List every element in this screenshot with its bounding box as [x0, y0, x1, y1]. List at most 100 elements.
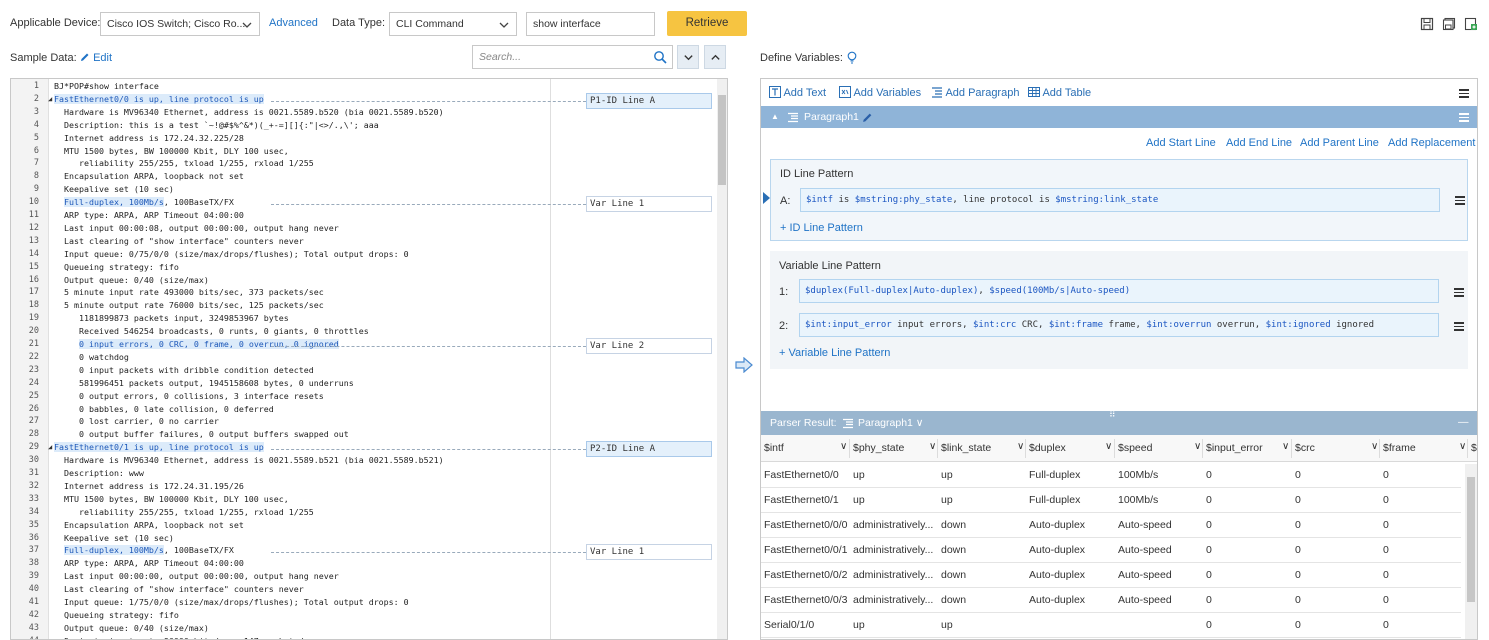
column-separator[interactable]	[937, 439, 938, 458]
add-end-line-link[interactable]: Add End Line	[1226, 137, 1292, 149]
line-number: 4	[33, 119, 39, 130]
datatype-select[interactable]: CLI Command	[389, 12, 517, 36]
add-text-button[interactable]: Add Text	[769, 86, 826, 99]
column-header[interactable]: $link_state	[941, 442, 991, 454]
add-variables-button[interactable]: Add Variables	[839, 86, 921, 99]
parser-scrollbar-thumb[interactable]	[1467, 477, 1475, 602]
command-input[interactable]: show interface	[526, 12, 655, 36]
var-pattern-field-1[interactable]: $duplex(Full-duplex|Auto-duplex), $speed…	[799, 279, 1439, 303]
lightbulb-icon[interactable]	[846, 51, 858, 64]
table-cell: Auto-speed	[1118, 569, 1172, 581]
sample-data-editor[interactable]: 1 BJ*POP#show interface 2 ◢ FastEthernet0/0 …	[10, 78, 728, 640]
column-separator[interactable]	[1291, 439, 1292, 458]
code-line: Internet address is 172.24.31.195/26	[54, 480, 244, 491]
column-separator[interactable]	[849, 439, 850, 458]
column-header[interactable]: $	[1471, 442, 1477, 454]
pattern-text: , line protocol is	[952, 195, 1056, 205]
code-line: 0 watchdog	[54, 351, 129, 362]
search-icon[interactable]	[653, 50, 667, 64]
pattern-variable: $mstring:link_state	[1055, 195, 1159, 205]
column-header[interactable]: $duplex	[1029, 442, 1066, 454]
column-separator[interactable]	[1379, 439, 1380, 458]
code-line: 0 lost carrier, 0 no carrier	[54, 416, 219, 427]
table-cell: Full-duplex	[1029, 469, 1081, 481]
save-icon[interactable]	[1420, 17, 1434, 31]
parser-paragraph-select[interactable]: Paragraph1 ∨	[858, 411, 923, 435]
column-filter-chevron-icon[interactable]: ∨	[1017, 441, 1024, 452]
paragraph-icon	[788, 112, 798, 123]
export-icon[interactable]	[1464, 17, 1478, 31]
pattern-variable: $int:ignored	[1265, 320, 1331, 330]
var-pattern-field-2[interactable]: $int:input_error input errors, $int:crc …	[799, 313, 1439, 337]
device-label: Applicable Device:	[10, 17, 101, 29]
column-separator[interactable]	[1202, 439, 1203, 458]
line-number: 23	[28, 364, 39, 375]
advanced-link[interactable]: Advanced	[269, 17, 318, 29]
add-replacement-link[interactable]: Add Replacement	[1388, 137, 1475, 149]
column-separator[interactable]	[1025, 439, 1026, 458]
id-pattern-field[interactable]: $intf is $mstring:phy_state, line protoc…	[800, 188, 1440, 212]
line-number: 42	[28, 609, 39, 620]
add-id-line-pattern-link[interactable]: + ID Line Pattern	[780, 222, 863, 234]
table-cell: 0	[1206, 594, 1212, 606]
line-tag[interactable]: Var Line 2	[586, 338, 712, 354]
table-cell: FastEthernet0/0/3	[764, 594, 848, 606]
minimize-icon[interactable]: —	[1458, 410, 1469, 434]
paragraph-bar[interactable]: ▲ Paragraph1	[761, 106, 1477, 128]
line-tag[interactable]: Var Line 1	[586, 196, 712, 213]
pencil-icon[interactable]	[862, 112, 873, 123]
paragraph-menu-icon[interactable]	[1459, 113, 1469, 122]
column-header[interactable]: $input_error	[1206, 442, 1263, 454]
column-filter-chevron-icon[interactable]: ∨	[1105, 441, 1112, 452]
save-as-icon[interactable]	[1442, 17, 1456, 31]
column-separator[interactable]	[1114, 439, 1115, 458]
collapse-triangle-icon[interactable]: ▲	[771, 106, 779, 128]
line-number: 20	[28, 326, 39, 337]
column-filter-chevron-icon[interactable]: ∨	[1282, 441, 1289, 452]
line-tag[interactable]: Var Line 1	[586, 544, 712, 561]
resize-grip-icon[interactable]: ⠿	[1109, 402, 1117, 426]
column-filter-chevron-icon[interactable]: ∨	[1371, 441, 1378, 452]
line-number: 29	[28, 442, 39, 453]
code-line: Queueing strategy: fifo	[54, 261, 179, 272]
var-pattern-menu-icon[interactable]	[1454, 288, 1464, 297]
id-pattern-menu-icon[interactable]	[1455, 196, 1465, 205]
active-pointer-icon	[763, 192, 770, 204]
column-header[interactable]: $speed	[1118, 442, 1152, 454]
search-prev-button[interactable]	[704, 45, 726, 69]
column-filter-chevron-icon[interactable]: ∨	[1194, 441, 1201, 452]
column-header[interactable]: $frame	[1383, 442, 1416, 454]
search-input[interactable]: Search...	[472, 45, 673, 69]
table-row-divider	[761, 537, 1461, 538]
add-paragraph-button[interactable]: Add Paragraph	[931, 86, 1019, 99]
column-header[interactable]: $crc	[1295, 442, 1315, 454]
device-select[interactable]: Cisco IOS Switch; Cisco Ro...	[100, 12, 260, 36]
line-number: 13	[28, 235, 39, 246]
pattern-variable: $int:crc	[972, 320, 1017, 330]
retrieve-button[interactable]: Retrieve	[667, 11, 747, 36]
column-filter-chevron-icon[interactable]: ∨	[929, 441, 936, 452]
column-header[interactable]: $intf	[764, 442, 784, 454]
add-start-line-link[interactable]: Add Start Line	[1146, 137, 1216, 149]
line-tag[interactable]: P2-ID Line A	[586, 441, 712, 458]
add-table-button[interactable]: Add Table	[1028, 86, 1091, 99]
menu-icon[interactable]	[1459, 89, 1469, 98]
var-pattern-menu-icon[interactable]	[1454, 322, 1464, 331]
code-line: BJ*POP#show interface	[54, 81, 159, 91]
edit-link[interactable]: Edit	[80, 52, 112, 64]
add-variable-line-pattern-link[interactable]: + Variable Line Pattern	[779, 347, 890, 359]
column-filter-chevron-icon[interactable]: ∨	[1459, 441, 1466, 452]
search-next-button[interactable]	[677, 45, 699, 69]
column-filter-chevron-icon[interactable]: ∨	[840, 441, 847, 452]
top-toolbar: Applicable Device: Cisco IOS Switch; Cis…	[0, 0, 1489, 46]
code-line: Full-duplex, 100Mb/s, 100BaseTX/FX	[64, 197, 234, 208]
column-header[interactable]: $phy_state	[853, 442, 904, 454]
command-input-value: show interface	[533, 18, 601, 30]
add-parent-line-link[interactable]: Add Parent Line	[1300, 137, 1379, 149]
define-toolbar: Add Text Add Variables Add Paragraph Add…	[769, 86, 1469, 102]
line-number: 43	[28, 622, 39, 633]
editor-scrollbar-thumb[interactable]	[718, 95, 726, 185]
table-cell: administratively...	[853, 594, 934, 606]
column-separator[interactable]	[1467, 439, 1468, 458]
line-tag[interactable]: P1-ID Line A	[586, 92, 712, 109]
